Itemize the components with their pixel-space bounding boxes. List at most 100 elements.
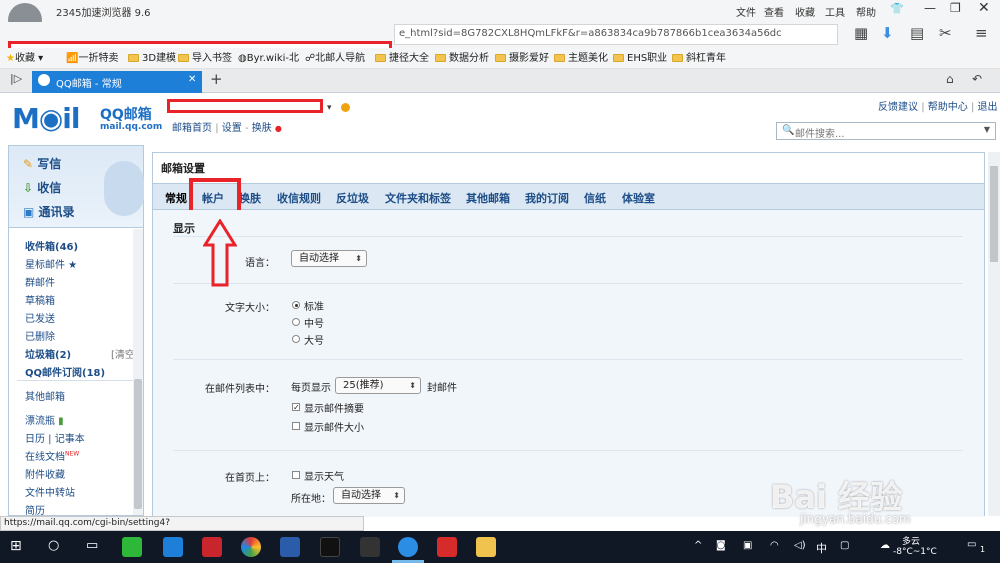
bookmark-item[interactable]: 捷径大全 [375,51,429,66]
show-weather-checkbox[interactable] [292,471,300,479]
link-settings[interactable]: 设置 [222,123,242,134]
link-skin[interactable]: 换肤 [252,123,272,134]
tab-other-mailbox[interactable]: 其他邮箱 [466,190,510,206]
bookmark-item[interactable]: ◍Byr.wiki-北 [238,51,299,66]
volume-icon[interactable]: ◁) [794,540,806,551]
receive-button[interactable]: ⇩ 收信 [23,179,61,196]
bookmark-item[interactable]: 摄影爱好 [495,51,549,66]
sidebar-scroll-thumb[interactable] [134,379,142,509]
file-transfer-link[interactable]: 文件中转站 [25,484,75,499]
tab-lab[interactable]: 体验室 [622,190,655,206]
bookmark-item[interactable]: 3D建模 [128,51,176,66]
tray-chevron-icon[interactable]: ^ [694,540,702,551]
windows-start-icon[interactable]: ⊞ [10,538,22,554]
link-mail-home[interactable]: 邮箱首页 [172,123,212,134]
account-dropdown-icon[interactable]: ▾ [327,103,332,113]
skin-icon[interactable]: 👕 [890,2,904,15]
menu-icon[interactable]: ≡ [975,23,988,43]
browser-icon[interactable] [398,537,418,557]
bookmark-item[interactable]: ☍北邮人导航 [305,51,365,66]
compose-button[interactable]: ✎ 写信 [23,155,61,172]
online-docs-link[interactable]: 在线文档NEW [25,448,79,463]
tray-app-icon[interactable]: ▢ [840,540,849,551]
sidebar-scrollbar[interactable] [133,229,143,515]
app-icon[interactable] [202,537,222,557]
tab-subscriptions[interactable]: 我的订阅 [525,190,569,206]
font-size-medium-radio[interactable] [292,318,300,326]
folder-deleted[interactable]: 已删除 [25,328,55,343]
tab-antispam[interactable]: 反垃圾 [336,190,369,206]
color-picker-app-icon[interactable] [241,537,261,557]
close-icon[interactable]: ✕ [978,0,990,16]
menu-tools[interactable]: 工具 [825,4,849,19]
search-icon[interactable]: ○ [48,538,59,553]
wifi-icon[interactable]: ◠ [770,540,779,551]
show-size-checkbox[interactable] [292,422,300,430]
new-tab-icon[interactable]: + [210,70,223,88]
tab-close-icon[interactable]: ✕ [188,74,196,85]
notification-icon[interactable]: ▭ [967,539,976,550]
apps-icon[interactable]: ▦ [854,23,868,43]
location-select[interactable]: 自动选择 ⬍ [333,487,405,504]
tray-app-icon[interactable]: ▣ [743,540,752,551]
scissors-icon[interactable]: ✂ [939,23,952,43]
link-help[interactable]: 帮助中心 [928,102,968,113]
calendar-notes-link[interactable]: 日历 | 记事本 [25,430,85,445]
maximize-icon[interactable]: ❐ [950,1,961,15]
ime-indicator[interactable]: 中 [816,540,827,556]
alert-icon[interactable] [341,103,350,112]
undo-icon[interactable]: ↶ [972,72,982,86]
file-explorer-icon[interactable] [476,537,496,557]
font-size-standard-radio[interactable] [292,301,300,309]
resume-link[interactable]: 简历 [25,502,45,517]
attachments-link[interactable]: 附件收藏 [25,466,65,481]
font-size-large-radio[interactable] [292,335,300,343]
bookmark-item[interactable]: 导入书签 [178,51,232,66]
tab-stationery[interactable]: 信纸 [584,190,606,206]
calendar-link[interactable]: 日历 [25,434,45,445]
folder-group[interactable]: 群邮件 [25,274,55,289]
link-feedback[interactable]: 反馈建议 [878,102,918,113]
menu-favorites[interactable]: 收藏 [795,4,819,19]
reader-icon[interactable]: ▤ [910,23,924,43]
tab-folders-tags[interactable]: 文件夹和标签 [385,190,451,206]
bookmark-item[interactable]: 主题美化 [554,51,608,66]
wechat-icon[interactable] [122,537,142,557]
tab-skin[interactable]: 换肤 [239,190,261,206]
home-icon[interactable]: ⌂ [946,72,954,86]
folder-sent[interactable]: 已发送 [25,310,55,325]
folder-subscriptions[interactable]: QQ邮件订阅(18) [25,364,105,379]
folder-starred[interactable]: 星标邮件 ★ [25,256,77,271]
sidebar-toggle-icon[interactable]: |▷ [10,72,22,85]
bookmark-item[interactable]: 斜杠青年 [672,51,726,66]
active-tab[interactable]: QQ邮箱 - 常规 ✕ [32,71,202,93]
folder-spam[interactable]: 垃圾箱(2) [25,346,71,361]
minimize-icon[interactable]: — [924,1,936,15]
per-page-select[interactable]: 25(推荐) ⬍ [335,377,421,394]
app-icon[interactable] [360,537,380,557]
pdf-reader-icon[interactable] [437,537,457,557]
bookmark-favorites[interactable]: ★收藏 ▾ [6,51,43,66]
download-icon[interactable]: ⬇ [881,23,894,43]
folder-drafts[interactable]: 草稿箱 [25,292,55,307]
contacts-button[interactable]: ▣ 通讯录 [23,203,75,220]
page-scroll-thumb[interactable] [990,166,998,262]
tab-general[interactable]: 常规 [165,190,187,206]
menu-file[interactable]: 文件 [736,4,760,19]
other-mailbox-link[interactable]: 其他邮箱 [25,388,65,403]
page-scrollbar[interactable] [988,152,1000,516]
notes-link[interactable]: 记事本 [55,434,85,445]
menu-view[interactable]: 查看 [764,4,788,19]
language-select[interactable]: 自动选择 ⬍ [291,250,367,267]
bookmark-item[interactable]: 📶一折特卖 [66,51,118,66]
search-dropdown-icon[interactable]: ▼ [984,125,990,134]
bookmark-item[interactable]: 数据分析 [435,51,489,66]
qq-icon[interactable] [320,537,340,557]
app-icon[interactable] [163,537,183,557]
mail-search-input[interactable]: 🔍 邮件搜索... ▼ [776,122,996,140]
menu-help[interactable]: 帮助 [856,4,880,19]
show-summary-checkbox[interactable]: ✓ [292,403,300,412]
task-view-icon[interactable]: ▭ [86,538,98,553]
app-icon[interactable] [280,537,300,557]
drift-bottle-link[interactable]: 漂流瓶 ▮ [25,412,64,427]
